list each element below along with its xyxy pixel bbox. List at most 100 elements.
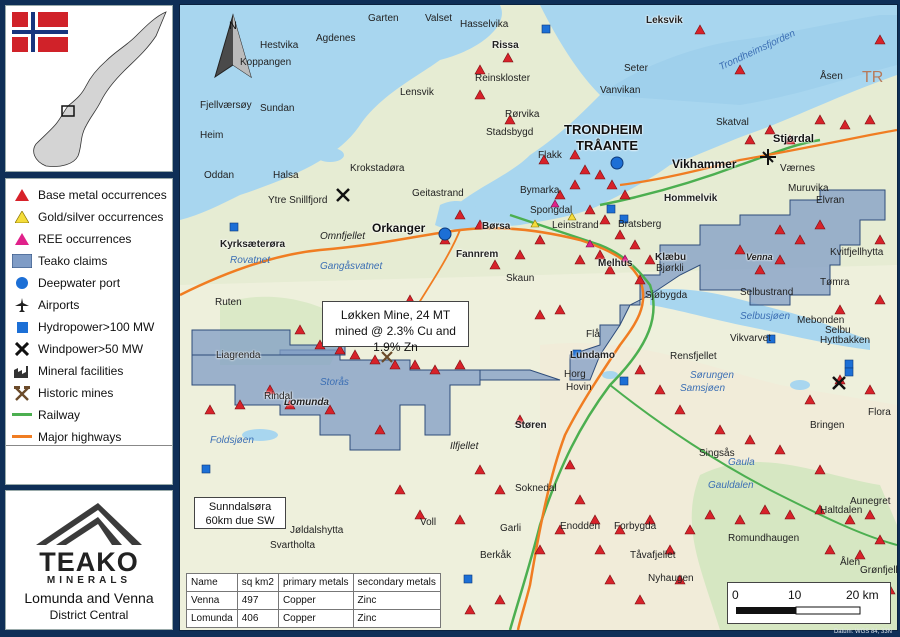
legend-claims: Teako claims [12,251,107,271]
label-garten: Garten [368,13,399,24]
label-lensvik: Lensvik [400,87,434,98]
label-storas: Storås [320,377,349,388]
table-header: primary metals [277,573,354,592]
label-rorvika: Rørvika [505,109,540,120]
label-horg: Horg [564,369,586,380]
norway-flag-icon [12,12,68,52]
label-bratsberg: Bratsberg [618,219,662,230]
label-fannrem: Fannrem [456,249,499,260]
label-svartholta: Svartholta [270,540,316,551]
map-view[interactable]: N TRONDHEIM TRÅANTE Orkanger Vikhammer S… [179,4,898,631]
scale-label-10: 10 [788,588,802,602]
legend-gold-silver: Gold/silver occurrences [12,207,163,227]
table-row: Lomunda 406 Copper Zinc [186,609,441,628]
label-seter: Seter [624,63,648,74]
sunndalsora-callout: Sunndalsøra 60km due SW [194,497,286,529]
label-omnfjellet: Omnfjellet [320,231,366,242]
project-title: Lomunda and Venna [24,590,154,606]
label-skaun: Skaun [506,273,535,284]
label-storen: Støren [515,420,547,431]
table-row: Venna 497 Copper Zinc [186,591,441,610]
scale-label-0: 0 [732,588,739,602]
label-asen: Åsen [820,71,843,82]
blue-rectangle-icon [12,253,32,269]
table-cell: Copper [277,609,354,628]
label-stjordal: Stjørdal [773,133,814,145]
legend-mineral-facilities: Mineral facilities [12,361,123,381]
table-header: secondary metals [352,573,441,592]
label-ruten: Ruten [215,297,242,308]
label-geitastrand: Geitastrand [412,188,464,199]
label-romundhaugen: Romundhaugen [728,533,800,544]
label-hasselvika: Hasselvika [460,19,509,30]
label-fjellvaersoy: Fjellværsøy [200,100,252,111]
brand-name: TEAKO [39,547,139,577]
label-selbustrand: Selbustrand [740,287,794,298]
label-gangasvatnet: Gangåsvatnet [320,261,383,272]
label-kyrksaeterora: Kyrksæterøra [220,239,286,250]
label-bymarka: Bymarka [520,185,560,196]
scale-bar-graphic [736,606,861,615]
orange-line-icon [12,429,32,445]
label-spongdal: Spongdal [530,205,573,216]
label-hestvika: Hestvika [260,40,299,51]
label-lundamo: Lundamo [570,350,615,361]
label-trondheim: TRONDHEIM [564,122,643,137]
label-ytre-snillfjord: Ytre Snillfjord [268,195,328,206]
label-gaula: Gaula [728,457,755,468]
legend-historic-mines: Historic mines [12,383,113,403]
legend: Base metal occurrences Gold/silver occur… [5,178,173,485]
label-krokstadora: Krokstadøra [350,163,405,174]
green-line-icon [12,407,32,423]
label-enodden: Enodden [560,521,601,532]
label-voll: Voll [420,517,437,528]
table-cell: Zinc [352,609,441,628]
factory-icon [12,363,32,379]
port-orkanger [438,227,452,241]
label-vikhammer: Vikhammer [672,157,737,171]
label-trondheim-edge: TR [862,69,884,86]
label-hommelvik: Hommelvik [664,193,718,204]
table-cell: Venna [186,591,238,610]
teako-mountain-logo-icon [36,503,142,545]
label-stadsbygd: Stadsbygd [486,127,534,138]
label-rissa: Rissa [492,40,519,51]
scale-label-20: 20 km [846,588,879,602]
label-leksvik: Leksvik [646,15,683,26]
label-rovatnet: Rovatnet [230,255,271,266]
legend-airports: Airports [12,295,79,315]
teako-logo-panel: TEAKO MINERALS Lomunda and Venna Distric… [5,490,173,630]
legend-highways: Major highways [12,427,121,447]
project-district: District Central [49,608,129,622]
crossed-hammers-icon [12,385,32,401]
label-vikvarvet: Vikvarvet [730,333,771,344]
label-rindal: Rindal [264,391,293,402]
label-jolda: Jøldalshytta [290,525,344,536]
label-leinstrand: Leinstrand [552,220,599,231]
label-muruvika: Muruvika [788,183,829,194]
label-venna: Venna [746,252,773,262]
label-halsa: Halsa [273,170,299,181]
airplane-icon [12,297,32,313]
table-cell: 497 [236,591,279,610]
norway-inset-map[interactable] [5,5,173,172]
label-ilfjellet: Ilfjellet [450,441,479,452]
label-heim: Heim [200,130,224,141]
port-trondheim [610,156,624,170]
label-koppen: Koppangen [240,57,292,68]
label-fla: Flå [586,329,600,340]
legend-base-metal: Base metal occurrences [12,185,167,205]
table-cell: Copper [277,591,354,610]
table-header: Name [186,573,238,592]
label-berkak: Berkåk [480,550,512,561]
blue-circle-icon [12,275,32,291]
label-tavafjellet: Tåvafjellet [630,550,676,561]
label-bjorkli: Bjørkli [656,263,684,274]
label-garli: Garli [500,523,522,534]
label-aunegret: Aunegret [850,496,891,507]
table-header-row: Name sq km2 primary metals secondary met… [186,573,441,592]
table-header: sq km2 [236,573,279,592]
label-borsa: Børsa [482,221,511,232]
legend-windpower: Windpower>50 MW [12,339,143,359]
label-sorungen: Sørungen [690,370,734,381]
